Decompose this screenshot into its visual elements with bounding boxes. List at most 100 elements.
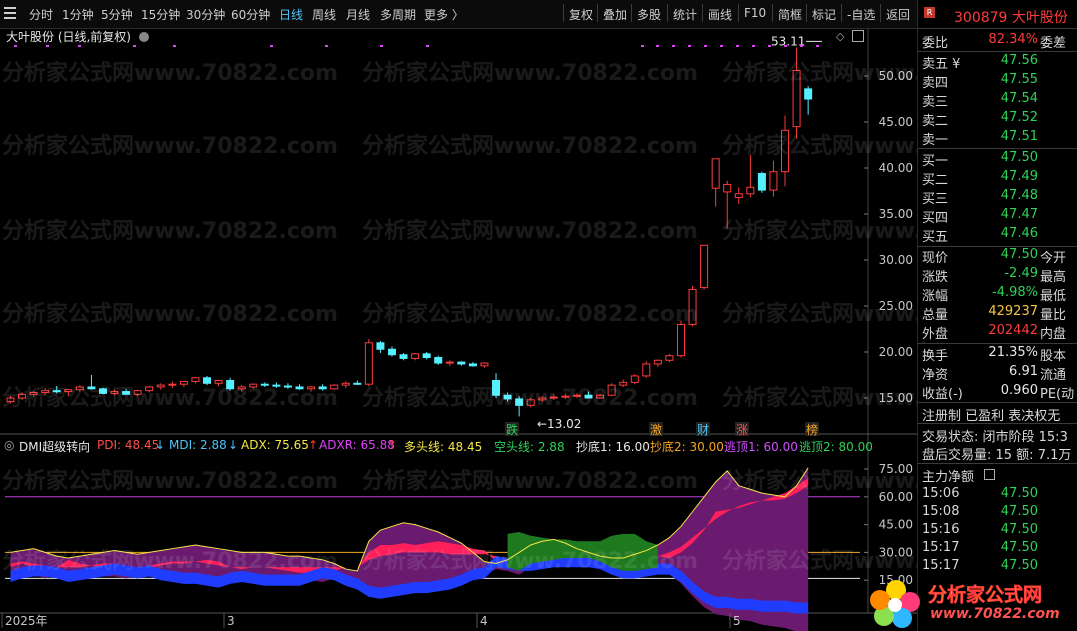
toolbar-button[interactable]: -自选 [847, 6, 875, 23]
toolbar-separator [597, 4, 598, 22]
date-label: 2025年 [5, 614, 48, 628]
price-tick-label: 40.00 [879, 161, 913, 175]
candle-body [295, 386, 304, 390]
candle-body [781, 129, 790, 173]
sell-row: 卖四 47.55 [922, 72, 1038, 91]
toolbar-button[interactable]: F10 [744, 6, 766, 20]
candle-body [6, 397, 15, 403]
maximize-icon[interactable] [852, 30, 864, 42]
candle-body [538, 397, 547, 401]
candle-body [422, 353, 431, 359]
candle-body [249, 383, 258, 388]
menu-icon[interactable] [4, 7, 18, 21]
price-tick-label: 20.00 [879, 345, 913, 359]
quote-row: 总量 429237 量比 [922, 304, 1067, 323]
candle-body [665, 355, 674, 361]
period-tab[interactable]: 月线 [346, 6, 370, 23]
diamond-icon[interactable]: ◇ [836, 30, 844, 43]
candle-body [64, 389, 73, 393]
period-tab[interactable]: 30分钟 [186, 6, 225, 23]
stock-name: 大叶股份 [1011, 10, 1068, 26]
logo-title: 分析家公式网 [928, 584, 1043, 607]
period-tab[interactable]: 周线 [312, 6, 336, 23]
candle-body [653, 359, 662, 365]
main-flow-header[interactable]: 主力净额 [918, 466, 1077, 485]
period-tab[interactable]: 15分钟 [141, 6, 180, 23]
trend-arrow-icon: ↓ [155, 438, 166, 452]
candle-body [445, 361, 454, 364]
toolbar-button[interactable]: 简框 [778, 6, 802, 23]
candle-body [630, 375, 639, 383]
signal-dot [800, 45, 803, 47]
period-tab[interactable]: 多周期 [380, 6, 416, 23]
svg-text:跌: 跌 [506, 422, 518, 437]
sell-row: 卖二 47.52 [922, 110, 1038, 129]
signal-dot [78, 45, 81, 47]
candle-body [29, 391, 38, 395]
chevron-down-icon[interactable] [138, 32, 149, 42]
candle-body [168, 383, 177, 386]
candle-body [87, 386, 96, 390]
dmi-tick-label: 75.00 [879, 462, 913, 476]
candle-body [376, 342, 385, 350]
period-tab[interactable]: 日线 [279, 6, 303, 23]
candle-body [283, 385, 292, 388]
toolbar-separator [738, 4, 739, 22]
dmi-value: MDI: 2.88 [169, 438, 227, 452]
candle-body [642, 363, 651, 377]
quote-row: 收益(-) 0.960 PE(动 [922, 383, 1075, 402]
dmi-title: DMI超级转向 [19, 440, 91, 454]
price-tick-label: 30.00 [879, 253, 913, 267]
toolbar-button[interactable]: 叠加 [603, 6, 627, 23]
top-toolbar: 分时 1分钟 5分钟 15分钟 30分钟 60分钟 日线 周线 月线 多周期 更多 〉 复权 叠加 多股统… [0, 0, 917, 29]
candle-body [41, 390, 50, 393]
period-tab[interactable]: 1分钟 [62, 6, 94, 23]
candle-body [711, 158, 720, 189]
candle-body [515, 398, 524, 406]
toolbar-button[interactable]: 多股 [637, 6, 661, 23]
toolbar-button[interactable]: 返回 [886, 6, 910, 23]
toolbar-button[interactable]: 标记 [812, 6, 836, 23]
period-tab[interactable]: 5分钟 [101, 6, 133, 23]
candle-body [145, 386, 154, 392]
candle-body [700, 244, 709, 289]
signal-dot [672, 45, 675, 47]
period-tab[interactable]: 60分钟 [231, 6, 270, 23]
svg-text:榜: 榜 [806, 422, 818, 437]
toolbar-button[interactable]: 画线 [708, 6, 732, 23]
period-tab[interactable]: 分时 [29, 6, 53, 23]
dmi-collapse-icon[interactable]: ◎ [4, 438, 14, 452]
candle-body [133, 390, 142, 395]
quote-panel: R 300879 大叶股份 委比 82.34% 委差 注册制 已盈利 表决权无 … [917, 0, 1077, 631]
signal-dot [688, 45, 691, 47]
toolbar-button[interactable]: 统计 [673, 6, 697, 23]
candle-body [353, 382, 362, 385]
period-tab[interactable]: 更多 〉 [424, 6, 464, 23]
price-tick-label: 15.00 [879, 391, 913, 405]
buy-row: 买四 47.47 [922, 207, 1038, 226]
dmi-tick-label: 45.00 [879, 518, 913, 532]
signal-dot [736, 45, 739, 47]
toolbar-button[interactable]: 复权 [569, 6, 593, 23]
toolbar-separator [880, 4, 881, 22]
svg-text:激: 激 [650, 423, 662, 437]
candle-body [272, 384, 281, 387]
event-label: 财 [696, 422, 710, 437]
list-icon[interactable] [984, 469, 995, 480]
logo-url: www.70822.com [930, 606, 1060, 622]
candle-body [191, 377, 200, 382]
candle-body [468, 363, 477, 367]
dmi-value: 逃顶2: 80.00 [799, 440, 873, 454]
trend-arrow-icon: ↑ [308, 438, 319, 452]
candle-body [179, 380, 188, 385]
price-tick-label: 50.00 [879, 69, 913, 83]
candle-body [18, 393, 27, 399]
candle-body [492, 380, 501, 396]
buy-row: 买五 47.46 [922, 226, 1038, 245]
dmi-tick-label: 60.00 [879, 490, 913, 504]
tick-row: 15:17 47.50 [922, 558, 1038, 573]
chart-title: 大叶股份 (日线,前复权) [6, 28, 149, 45]
candle-body [746, 186, 755, 195]
tick-row: 15:08 47.50 [922, 504, 1038, 519]
kline-chart[interactable]: 50.00 45.00 40.00 35.00 30.00 25.00 20.00 15.00… [0, 28, 917, 631]
